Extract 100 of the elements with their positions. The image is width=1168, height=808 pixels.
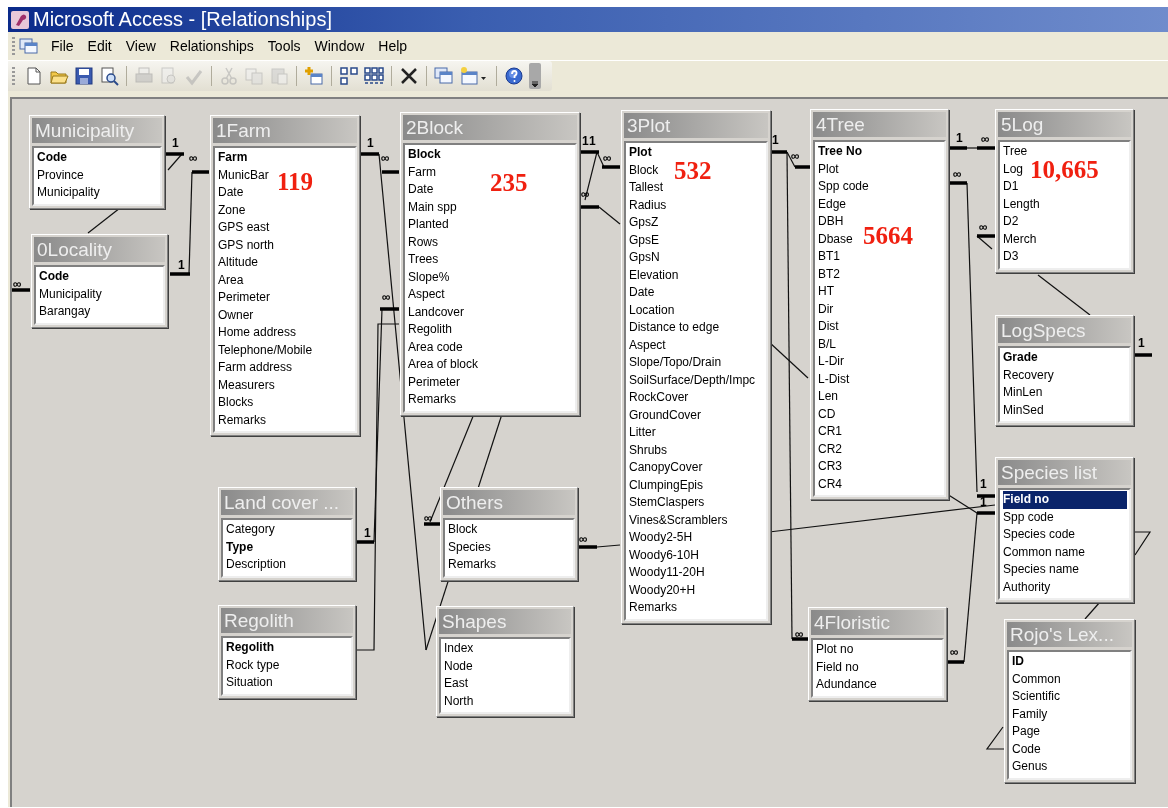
field-item[interactable]: Area (218, 271, 244, 289)
field-item[interactable]: L-Dir (818, 353, 844, 371)
field-item[interactable]: Area code (408, 338, 463, 356)
field-item[interactable]: Dist (818, 318, 839, 336)
field-item[interactable]: Regolith (226, 639, 274, 657)
field-item[interactable]: CR1 (818, 423, 842, 441)
field-item[interactable]: Category (226, 521, 275, 539)
relationship-line[interactable] (1037, 274, 1091, 316)
table-window[interactable]: LogSpecs Grade Recovery MinLen MinSed (995, 315, 1134, 426)
relationship-line[interactable] (1132, 531, 1152, 556)
field-item[interactable]: BT1 (818, 248, 840, 266)
field-item[interactable]: Merch (1003, 230, 1037, 248)
menu-item[interactable]: File (45, 36, 82, 56)
field-item[interactable]: CanopyCover (629, 459, 703, 477)
relationship-line[interactable] (373, 308, 383, 543)
field-item[interactable]: HT (818, 283, 834, 301)
field-item[interactable]: Plot no (816, 641, 854, 659)
field-item[interactable]: StemClaspers (629, 494, 705, 512)
field-item[interactable]: Municipality (39, 285, 102, 303)
relationship-line[interactable] (963, 512, 978, 663)
relationship-line[interactable] (596, 544, 621, 548)
field-item[interactable]: BT2 (818, 265, 840, 283)
field-item[interactable]: GroundCover (629, 406, 702, 424)
relationship-line[interactable] (786, 151, 793, 640)
relationship-line[interactable] (976, 235, 993, 250)
field-item[interactable]: Plot (629, 144, 652, 162)
field-item[interactable]: Code (1012, 740, 1041, 758)
field-item[interactable]: Block (629, 161, 659, 179)
field-item[interactable]: Date (218, 184, 244, 202)
field-item[interactable]: Species code (1003, 526, 1076, 544)
field-item[interactable]: Genus (1012, 758, 1048, 776)
field-item[interactable]: GPS east (218, 219, 270, 237)
field-item[interactable]: Date (629, 284, 655, 302)
field-item[interactable]: GpsE (629, 231, 659, 249)
field-item[interactable]: Farm (408, 163, 436, 181)
field-item[interactable]: Barangay (39, 303, 91, 321)
help-icon[interactable] (504, 66, 524, 86)
field-item[interactable]: GpsN (629, 249, 660, 267)
field-item[interactable]: Type (226, 538, 254, 556)
relationship-line[interactable] (188, 171, 193, 275)
field-item[interactable]: Main spp (408, 198, 457, 216)
field-item[interactable]: Location (629, 301, 675, 319)
menu-item[interactable]: Relationships (163, 36, 262, 56)
field-item[interactable]: Species name (1003, 561, 1080, 579)
field-item[interactable]: Woody2-5H (629, 529, 693, 547)
field-item[interactable]: Woody20+H (629, 581, 696, 599)
field-item[interactable]: Remarks (629, 599, 677, 617)
field-item[interactable]: Owner (218, 306, 254, 324)
field-item[interactable]: Tree No (818, 143, 862, 161)
table-window[interactable]: 4Floristic Plot no Field no Adundance (808, 607, 947, 701)
relationship-line[interactable] (596, 151, 605, 168)
field-item[interactable]: Family (1012, 705, 1048, 723)
field-item[interactable]: MunicBar (218, 166, 269, 184)
table-window[interactable]: Municipality Code Province Municipality (29, 115, 165, 209)
field-item[interactable]: CR4 (818, 475, 842, 493)
table-window[interactable]: Species list Field no Spp code Species code Common name Species name Authority (995, 457, 1134, 603)
field-item[interactable]: Remarks (218, 411, 266, 429)
field-item[interactable]: Woody11-20H (629, 564, 705, 582)
field-item[interactable]: CD (818, 405, 836, 423)
field-item[interactable]: Planted (408, 216, 449, 234)
field-item[interactable]: Block (408, 146, 441, 164)
field-item[interactable]: Date (408, 181, 434, 199)
field-item[interactable]: East (444, 675, 468, 693)
menu-item[interactable]: Window (308, 36, 373, 56)
field-item[interactable]: D3 (1003, 248, 1019, 266)
field-item[interactable]: Litter (629, 424, 656, 442)
field-item[interactable]: Perimeter (218, 289, 270, 307)
menu-item[interactable]: Edit (81, 36, 120, 56)
field-item[interactable]: Length (1003, 195, 1040, 213)
field-item[interactable]: Radius (629, 196, 667, 214)
field-item[interactable]: Trees (408, 251, 439, 269)
table-window[interactable]: 0Locality Code Municipality Barangay (31, 234, 168, 328)
field-item[interactable]: Index (444, 640, 474, 658)
field-item[interactable]: Code (39, 268, 69, 286)
relationship-line[interactable] (87, 207, 121, 234)
field-item[interactable]: MinLen (1003, 384, 1043, 402)
multi-table-grid-icon[interactable] (364, 66, 384, 86)
field-item[interactable]: Authority (1003, 578, 1051, 596)
field-item[interactable]: Zone (218, 201, 246, 219)
field-item[interactable]: Rock type (226, 656, 280, 674)
field-item[interactable]: Spp code (1003, 508, 1054, 526)
field-item[interactable]: MinSed (1003, 401, 1044, 419)
field-item[interactable]: Home address (218, 324, 297, 342)
new-object-icon[interactable] (459, 66, 489, 86)
join-end-line[interactable] (769, 150, 787, 154)
field-item[interactable]: Tree (1003, 143, 1028, 161)
field-item[interactable]: Common name (1003, 543, 1086, 561)
relationship-line[interactable] (167, 153, 183, 171)
field-item[interactable]: Adundance (816, 676, 877, 694)
table-window[interactable]: Land cover ... Category Type Description (218, 487, 356, 581)
field-item[interactable]: Farm address (218, 359, 293, 377)
field-item[interactable]: Area of block (408, 356, 479, 374)
field-item[interactable]: Edge (818, 195, 847, 213)
field-item[interactable]: D1 (1003, 178, 1019, 196)
field-item[interactable]: Woody6-10H (629, 546, 699, 564)
table-grid-icon[interactable] (339, 66, 359, 86)
field-item[interactable]: North (444, 692, 474, 710)
table-window[interactable]: Others Block Species Remarks (440, 487, 578, 581)
field-item[interactable]: Page (1012, 723, 1041, 741)
field-item[interactable]: Field no (1003, 491, 1127, 509)
